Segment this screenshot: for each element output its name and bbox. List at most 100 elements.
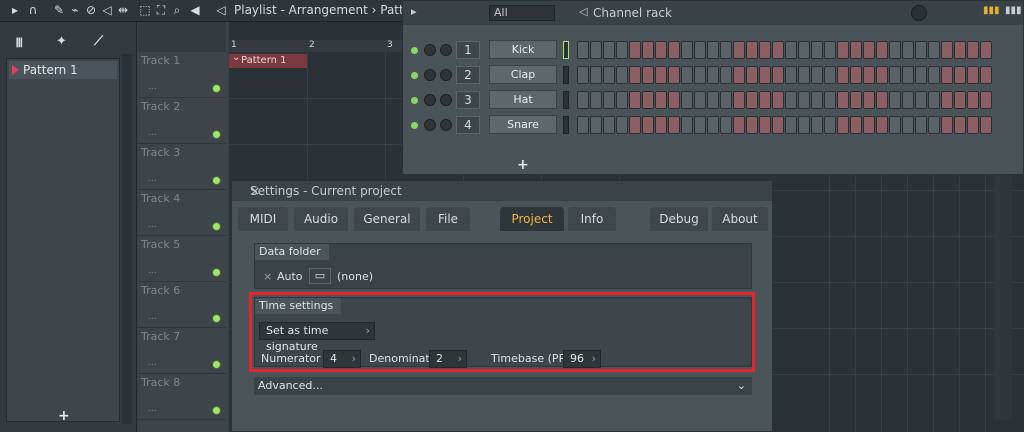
track-row[interactable]: Track 1 ...	[138, 52, 226, 98]
automation-icon[interactable]: ⟋	[94, 34, 103, 49]
track-row[interactable]: Track 7 ...	[138, 328, 226, 374]
step-button[interactable]	[642, 116, 654, 134]
step-button[interactable]	[837, 91, 849, 109]
step-button[interactable]	[681, 91, 693, 109]
step-button[interactable]	[616, 41, 628, 59]
step-button[interactable]	[759, 116, 771, 134]
data-folder-mode[interactable]: Auto	[277, 270, 303, 283]
tab-info[interactable]: Info	[568, 207, 616, 231]
step-button[interactable]	[902, 91, 914, 109]
channel-select[interactable]	[563, 116, 569, 134]
step-button[interactable]	[889, 66, 901, 84]
track-mute-led[interactable]	[212, 314, 221, 323]
step-button[interactable]	[837, 116, 849, 134]
channel-name-button[interactable]: Kick	[489, 40, 557, 59]
track-row[interactable]: Track 5 ...	[138, 236, 226, 282]
step-button[interactable]	[772, 66, 784, 84]
pencil-icon[interactable]: ✎	[52, 3, 66, 17]
step-button[interactable]	[811, 41, 823, 59]
step-button[interactable]	[980, 91, 992, 109]
tab-about[interactable]: About	[712, 207, 768, 231]
step-button[interactable]	[733, 91, 745, 109]
step-button[interactable]	[863, 41, 875, 59]
step-button[interactable]	[642, 41, 654, 59]
track-mute-led[interactable]	[212, 176, 221, 185]
step-button[interactable]	[603, 116, 615, 134]
step-button[interactable]	[837, 41, 849, 59]
add-channel-button[interactable]: +	[517, 157, 529, 173]
graph-view-icon[interactable]: ▮▮▮	[1005, 5, 1022, 16]
step-button[interactable]	[798, 66, 810, 84]
step-button[interactable]	[707, 41, 719, 59]
step-button[interactable]	[954, 41, 966, 59]
step-button[interactable]	[707, 66, 719, 84]
track-row[interactable]: Track 8 ...	[138, 374, 226, 420]
channel-led[interactable]	[411, 72, 418, 79]
folder-icon[interactable]: ▭	[309, 268, 331, 284]
pan-knob-icon[interactable]	[424, 119, 436, 131]
step-button[interactable]	[616, 91, 628, 109]
steps-view-icon[interactable]: ▮▮▮	[983, 5, 1000, 16]
step-button[interactable]	[837, 66, 849, 84]
step-button[interactable]	[772, 116, 784, 134]
step-button[interactable]	[798, 41, 810, 59]
step-button[interactable]	[746, 41, 758, 59]
step-button[interactable]	[928, 41, 940, 59]
step-button[interactable]	[707, 116, 719, 134]
step-button[interactable]	[733, 41, 745, 59]
step-button[interactable]	[811, 116, 823, 134]
step-button[interactable]	[954, 116, 966, 134]
volume-knob-icon[interactable]	[440, 69, 452, 81]
step-button[interactable]	[876, 91, 888, 109]
step-button[interactable]	[681, 66, 693, 84]
step-button[interactable]	[720, 66, 732, 84]
step-button[interactable]	[850, 116, 862, 134]
pattern-clip[interactable]: Pattern 1	[229, 51, 307, 68]
step-button[interactable]	[629, 116, 641, 134]
step-button[interactable]	[720, 41, 732, 59]
step-button[interactable]	[915, 116, 927, 134]
track-mute-led[interactable]	[212, 360, 221, 369]
track-row[interactable]: Track 3 ...	[138, 144, 226, 190]
delete-icon[interactable]: ⊘	[84, 3, 98, 17]
dialog-titlebar[interactable]: Settings - Current project ×	[232, 181, 772, 201]
step-sequencer[interactable]	[577, 41, 992, 59]
tab-file[interactable]: File	[426, 207, 470, 231]
step-button[interactable]	[577, 91, 589, 109]
playback-icon[interactable]: ◀	[188, 3, 202, 17]
step-button[interactable]	[941, 41, 953, 59]
step-button[interactable]	[759, 66, 771, 84]
step-button[interactable]	[876, 41, 888, 59]
step-button[interactable]	[668, 91, 680, 109]
step-button[interactable]	[798, 116, 810, 134]
step-button[interactable]	[681, 116, 693, 134]
step-button[interactable]	[707, 91, 719, 109]
step-button[interactable]	[941, 66, 953, 84]
step-button[interactable]	[824, 91, 836, 109]
step-button[interactable]	[629, 66, 641, 84]
step-button[interactable]	[590, 91, 602, 109]
track-mute-led[interactable]	[212, 406, 221, 415]
step-button[interactable]	[746, 116, 758, 134]
track-row[interactable]: Track 6 ...	[138, 282, 226, 328]
step-button[interactable]	[629, 91, 641, 109]
speaker-icon[interactable]: ◁	[214, 3, 228, 17]
track-mute-led[interactable]	[212, 84, 221, 93]
step-sequencer[interactable]	[577, 66, 992, 84]
tab-project[interactable]: Project	[500, 207, 564, 231]
step-button[interactable]	[655, 66, 667, 84]
step-button[interactable]	[863, 116, 875, 134]
step-button[interactable]	[785, 66, 797, 84]
slip-icon[interactable]: ⇹	[116, 3, 130, 17]
clear-icon[interactable]: ×	[263, 270, 272, 283]
step-button[interactable]	[655, 116, 667, 134]
step-button[interactable]	[733, 66, 745, 84]
swing-knob-icon[interactable]	[911, 5, 927, 21]
step-button[interactable]	[863, 66, 875, 84]
step-button[interactable]	[902, 116, 914, 134]
volume-knob-icon[interactable]	[440, 44, 452, 56]
step-button[interactable]	[850, 41, 862, 59]
step-button[interactable]	[603, 66, 615, 84]
step-button[interactable]	[694, 41, 706, 59]
step-button[interactable]	[603, 91, 615, 109]
